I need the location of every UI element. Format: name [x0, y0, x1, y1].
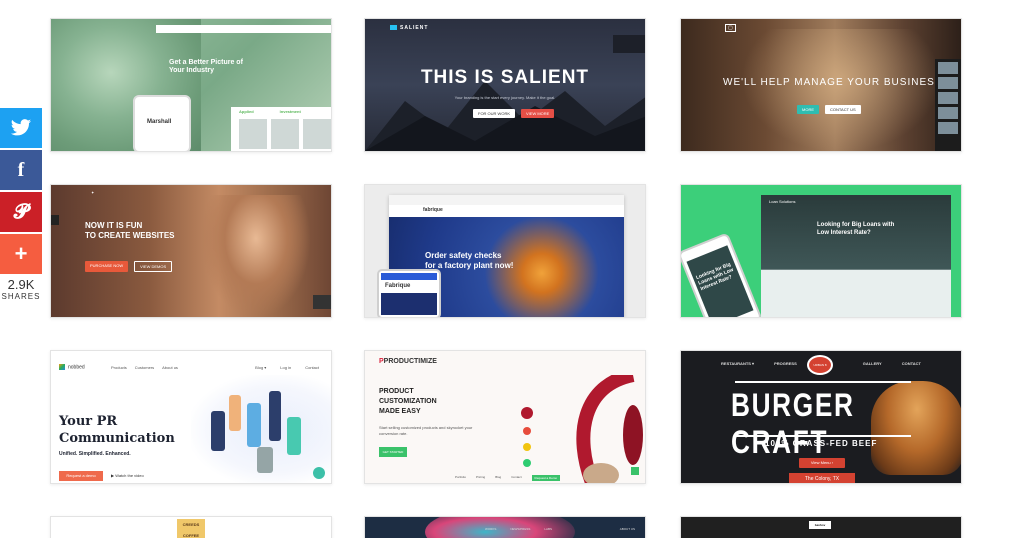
theme-card-loans[interactable]: Loan Solutions Looking for Big Loans wit…	[680, 184, 962, 318]
work-button[interactable]: FOR OUR WORK	[473, 109, 515, 118]
share-count: 2.9K	[7, 277, 35, 292]
mini-nav-bar	[156, 25, 331, 33]
hero-photo	[741, 29, 941, 151]
theme-card-fabrique[interactable]: fabrique Order safety checks for a facto…	[364, 184, 646, 318]
hero-buttons: PURCHASE NOW VIEW DEMOS	[85, 261, 173, 272]
more-button[interactable]: MORE	[797, 105, 819, 114]
site-logo: ✦	[91, 190, 95, 195]
phone-brand: Fabrique	[385, 283, 411, 289]
site-mockup	[761, 195, 951, 317]
nav-customers[interactable]: Customers	[135, 365, 154, 370]
nav-about[interactable]: About us	[162, 365, 178, 370]
thumbnail-row	[239, 119, 331, 149]
site-logo: nobbed	[59, 364, 85, 370]
social-share-bar: f 𝓟 + 2.9K SHARES	[0, 108, 44, 301]
hero-headline: Order safety checks for a factory plant …	[425, 251, 514, 270]
site-logo: ▢	[725, 24, 736, 32]
demos-button[interactable]: VIEW DEMOS	[134, 261, 173, 272]
divider-bottom	[735, 435, 911, 437]
theme-card-productimize[interactable]: PPRODUCTIMIZE PRODUCT CUSTOMIZATION MADE…	[364, 350, 646, 484]
browser-bar	[389, 195, 624, 205]
share-label: SHARES	[1, 292, 41, 301]
theme-card-marshall[interactable]: Get a Better Picture of Your Industry Ap…	[50, 18, 332, 152]
chat-icon[interactable]	[313, 467, 325, 479]
facebook-share-button[interactable]: f	[0, 150, 42, 190]
hero-title: PRODUCT CUSTOMIZATION MADE EASY	[379, 388, 437, 415]
phone-mockup: Marshall	[133, 95, 191, 151]
view-menu-button[interactable]: View Menu ›	[799, 458, 845, 468]
hero-subtitle: Start selling customized products and sk…	[379, 425, 473, 436]
nav-contact[interactable]: Contact	[305, 365, 319, 370]
divider-top	[735, 381, 911, 383]
salient-logo: SALIENT	[390, 25, 428, 31]
theme-card-fun[interactable]: ✦ NOW IT IS FUN TO CREATE WEBSITES PURCH…	[50, 184, 332, 318]
dropdown-menu	[613, 35, 645, 53]
nav-blog[interactable]: Blog ▾	[255, 365, 266, 370]
side-demo-strip	[935, 59, 961, 151]
hero-buttons: MORE CONTACT US	[797, 105, 861, 114]
theme-card-creeds[interactable]: CREEDS COFFEE	[50, 516, 332, 538]
site-logo: baxhov	[809, 521, 831, 529]
hero-title: BURGER CRAFT	[731, 387, 855, 460]
label-applied: Applied	[239, 109, 254, 114]
hero-title: WE'LL HELP MANAGE YOUR BUSINESS	[723, 77, 943, 88]
theme-card-pr[interactable]: nobbed Products Customers About us Blog …	[50, 350, 332, 484]
nav-about[interactable]: ABOUT US	[620, 527, 635, 531]
phone-mockup: Looking for Big Loans with Low Interest …	[681, 232, 763, 317]
theme-card-art[interactable]: WORKS NEWS/PRESS LABS ABOUT US	[364, 516, 646, 538]
site-logo: Loan Solutions	[769, 199, 796, 204]
logo-badge: URBAN 8	[807, 355, 833, 375]
twitter-share-button[interactable]	[0, 108, 42, 148]
hero-subtitle: 100% GRASS-FED BEEF	[765, 439, 878, 448]
scroll-up-button[interactable]	[313, 295, 331, 309]
demo-button[interactable]: Request a demo	[59, 471, 103, 481]
section-labels: Applied Investment	[239, 109, 301, 114]
pinterest-share-button[interactable]: 𝓟	[0, 192, 42, 232]
fabrique-logo: fabrique	[423, 207, 443, 213]
slider-prev-arrow[interactable]	[51, 215, 59, 225]
chat-icon[interactable]	[631, 467, 639, 475]
request-demo-button[interactable]: Request a Demo	[531, 475, 561, 481]
theme-card-salient[interactable]: SALIENT THIS IS SALIENT Your branding is…	[364, 18, 646, 152]
more-button[interactable]: VIEW MORE	[521, 109, 555, 118]
phone-mockup: Fabrique	[377, 269, 441, 317]
nav-links: WORKS NEWS/PRESS LABS	[485, 527, 553, 531]
hero-headline: Get a Better Picture of Your Industry	[169, 59, 243, 74]
nav-links: Products Customers About us	[111, 365, 178, 370]
twitter-icon	[10, 119, 32, 136]
contact-button[interactable]: CONTACT US	[825, 105, 861, 114]
watch-video-link[interactable]: ▶ Watch the video	[111, 473, 144, 478]
hero-headline: NOW IT IS FUN TO CREATE WEBSITES	[85, 221, 175, 240]
facebook-icon: f	[17, 158, 25, 181]
theme-card-dark[interactable]: baxhov	[680, 516, 962, 538]
hero-subtitle: Unified. Simplified. Enhanced.	[59, 451, 131, 457]
get-started-button[interactable]: GET STARTED	[379, 447, 407, 457]
hero-title: THIS IS SALIENT	[420, 67, 590, 88]
hero-buttons: FOR OUR WORK VIEW MORE	[473, 109, 555, 118]
footer-links: Portfolio Pricing Blog Contact Request a…	[455, 475, 561, 481]
purchase-button[interactable]: PURCHASE NOW	[85, 261, 129, 272]
creeds-logo: CREEDS COFFEE	[177, 519, 205, 538]
label-investment: Investment	[279, 109, 301, 114]
more-share-button[interactable]: +	[0, 234, 42, 274]
hero-title: Your PR Communication	[59, 414, 175, 446]
hero-photo	[201, 195, 311, 317]
plus-icon: +	[14, 241, 28, 266]
phone-brand: Marshall	[147, 119, 172, 125]
hero-subtitle: Your branding is the start every journey…	[454, 95, 556, 100]
productimize-logo: PPRODUCTIMIZE	[379, 358, 437, 365]
location-badge: The Colony, TX	[789, 473, 855, 483]
theme-card-manage-business[interactable]: ▢ WE'LL HELP MANAGE YOUR BUSINESS MORE C…	[680, 18, 962, 152]
theme-gallery-page: Get a Better Picture of Your Industry Ap…	[0, 0, 1024, 538]
nav-products[interactable]: Products	[111, 365, 127, 370]
nav-links-right: Blog ▾ Log in Contact	[255, 365, 319, 370]
theme-card-burger-craft[interactable]: RESTAURANTS ▾ PROGRESS GALLERY CONTACT U…	[680, 350, 962, 484]
hero-headline: Looking for Big Loans with Low Interest …	[817, 222, 895, 236]
pinterest-icon: 𝓟	[13, 200, 29, 223]
nav-login[interactable]: Log in	[280, 365, 291, 370]
